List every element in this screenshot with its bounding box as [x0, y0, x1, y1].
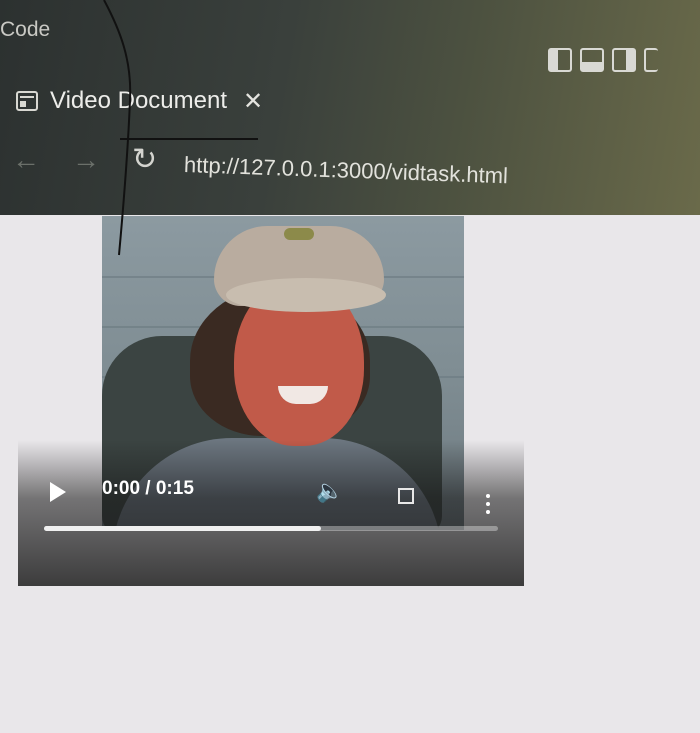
layout-controls: [548, 48, 658, 72]
close-icon[interactable]: ✕: [243, 87, 263, 116]
tab-label: Video Document: [50, 87, 227, 114]
toggle-panel-icon[interactable]: [580, 48, 604, 72]
reload-icon[interactable]: ↻: [132, 142, 157, 177]
volume-icon[interactable]: 🔈: [316, 478, 343, 504]
window-chrome: Code Video Document ✕ ← → ↻ http://127.0…: [0, 0, 700, 215]
progress-bar[interactable]: [44, 526, 498, 531]
customize-layout-icon[interactable]: [644, 48, 658, 72]
preview-icon: [16, 91, 38, 111]
time-display: 0:00 / 0:15: [102, 478, 194, 499]
toggle-primary-sidebar-icon[interactable]: [548, 48, 572, 72]
fullscreen-icon[interactable]: [398, 488, 414, 504]
progress-fill: [44, 526, 321, 531]
pen-mark-horizontal: [120, 138, 258, 140]
url-bar[interactable]: http://127.0.0.1:3000/vidtask.html: [184, 152, 509, 189]
play-icon[interactable]: [50, 482, 66, 502]
more-options-icon[interactable]: [486, 494, 490, 518]
toggle-secondary-sidebar-icon[interactable]: [612, 48, 636, 72]
tab-video-document[interactable]: Video Document ✕: [16, 84, 263, 118]
back-arrow-icon[interactable]: ←: [12, 144, 40, 176]
browser-navbar: ← → ↻ http://127.0.0.1:3000/vidtask.html: [0, 140, 700, 190]
forward-arrow-icon[interactable]: →: [72, 144, 100, 176]
app-title: Code: [0, 18, 51, 41]
video-controls: 0:00 / 0:15 🔈: [18, 440, 524, 586]
